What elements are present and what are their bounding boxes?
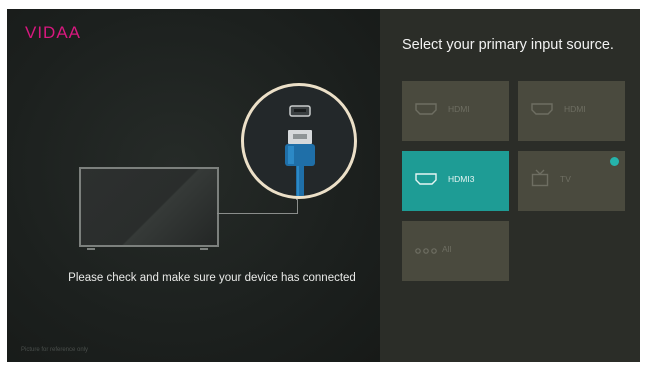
hdmi-port-icon — [415, 173, 437, 185]
tv-stand-left — [87, 248, 95, 250]
tv-illustration — [79, 167, 219, 247]
hdmi-plug-icon — [285, 105, 315, 196]
connection-check-message: Please check and make sure your device h… — [68, 272, 356, 284]
input-tile-hdmi-2[interactable]: HDMI — [518, 81, 625, 141]
input-source-title: Select your primary input source. — [402, 37, 614, 53]
setup-screen: VIDAA Please check and make sure your de… — [7, 9, 640, 362]
selected-check-icon — [610, 157, 619, 166]
vidaa-logo: VIDAA — [25, 23, 82, 42]
more-dots-icon — [415, 248, 437, 254]
input-tile-hdmi-1[interactable]: HDMI — [402, 81, 509, 141]
hdmi-plug-closeup — [241, 83, 357, 199]
input-tile-label: All — [442, 244, 452, 254]
input-tile-tv[interactable]: TV — [518, 151, 625, 211]
input-tile-label: TV — [560, 174, 571, 184]
reference-footnote: Picture for reference only — [21, 347, 89, 353]
input-tile-all[interactable]: All — [402, 221, 509, 281]
input-tile-label: HDMI — [564, 104, 586, 114]
input-tile-label: HDMI3 — [448, 174, 475, 184]
input-tile-hdmi-3[interactable]: HDMI3 — [402, 151, 509, 211]
hdmi-port-icon — [531, 103, 553, 115]
hdmi-port-icon — [415, 103, 437, 115]
tv-stand-right — [200, 248, 208, 250]
tv-antenna-icon — [531, 169, 549, 187]
connection-illustration-panel: VIDAA Please check and make sure your de… — [7, 9, 380, 362]
input-tile-label: HDMI — [448, 104, 470, 114]
cable-line — [217, 199, 298, 214]
